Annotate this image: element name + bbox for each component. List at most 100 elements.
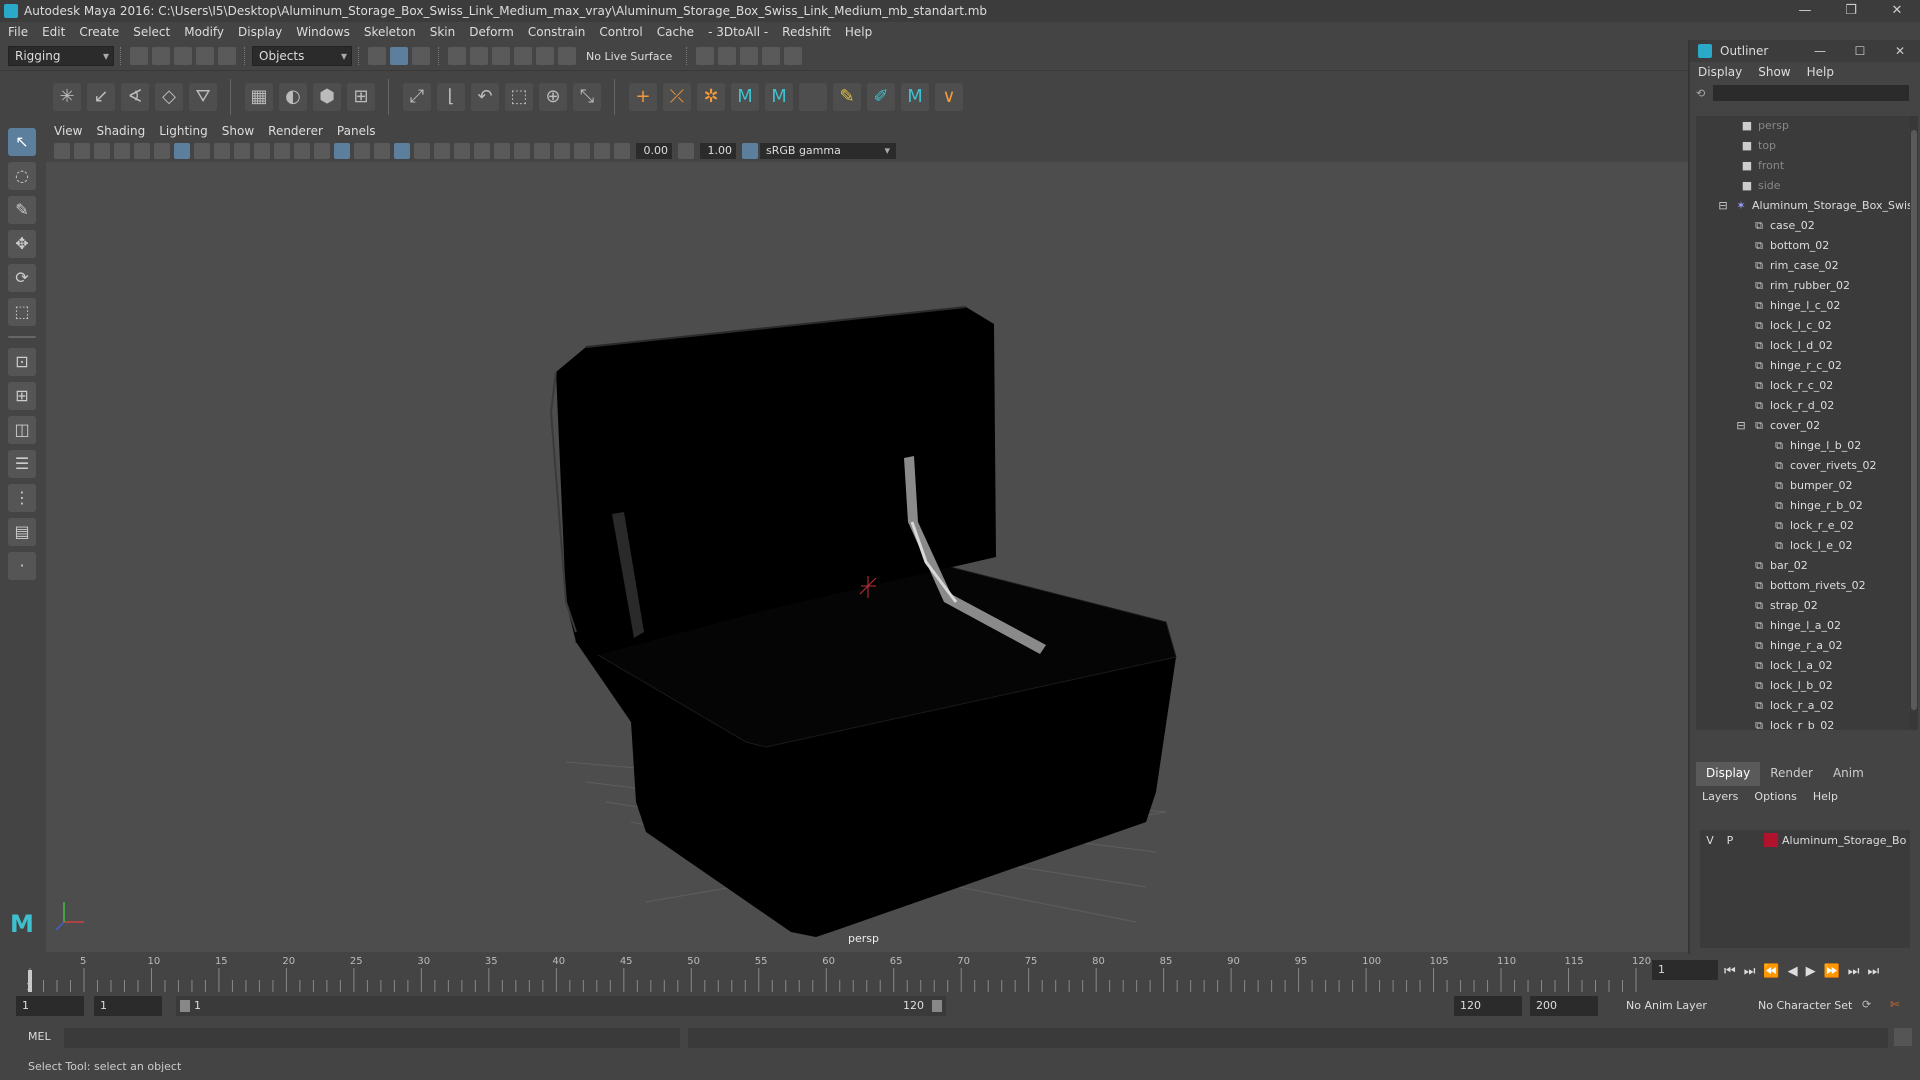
outliner-menu-display[interactable]: Display xyxy=(1698,65,1742,79)
selection-mask-dropdown[interactable]: Objects xyxy=(252,46,352,66)
snap-point-icon[interactable] xyxy=(492,47,510,65)
grease-pencil-icon[interactable] xyxy=(154,143,170,159)
step-back-frame-icon[interactable]: ⏪ xyxy=(1763,964,1779,979)
resolution-gate-icon[interactable] xyxy=(214,143,230,159)
tree-item-rim-case[interactable]: ⧉ rim_case_02 xyxy=(1696,256,1910,276)
cluster-icon[interactable]: ⊞ xyxy=(347,82,375,111)
current-frame-field[interactable]: 1 xyxy=(1652,960,1718,980)
shadows-icon[interactable] xyxy=(434,143,450,159)
menu-skin[interactable]: Skin xyxy=(430,25,456,39)
step-forward-key-icon[interactable]: ⏭ xyxy=(1848,964,1860,979)
tree-item-top[interactable]: ■ top xyxy=(1696,136,1910,156)
image-plane-icon[interactable] xyxy=(114,143,130,159)
snap-curve-icon[interactable] xyxy=(470,47,488,65)
xray-components-icon[interactable] xyxy=(594,143,610,159)
layer-visibility-toggle[interactable]: V xyxy=(1700,834,1720,847)
range-slider[interactable]: 1 120 xyxy=(176,996,946,1016)
tree-item-lock-r-d[interactable]: ⧉ lock_r_d_02 xyxy=(1696,396,1910,416)
viewport-menu-renderer[interactable]: Renderer xyxy=(268,124,323,138)
tree-item-rim-rubber[interactable]: ⧉ rim_rubber_02 xyxy=(1696,276,1910,296)
locator-icon[interactable]: + xyxy=(629,82,657,111)
screen-space-ao-icon[interactable] xyxy=(454,143,470,159)
checkmark-tool-icon[interactable]: ∨ xyxy=(935,82,963,111)
minimize-button[interactable]: — xyxy=(1782,0,1828,22)
restore-button[interactable]: ❐ xyxy=(1828,0,1874,22)
single-view-icon[interactable]: ⊡ xyxy=(8,348,36,376)
hik-icon[interactable]: ⛛ xyxy=(189,82,217,111)
menu-edit[interactable]: Edit xyxy=(42,25,65,39)
motion-blur-icon[interactable] xyxy=(474,143,490,159)
graph-layout-icon[interactable]: ⋮ xyxy=(8,484,36,512)
tree-item-front[interactable]: ■ front xyxy=(1696,156,1910,176)
tree-item-bar[interactable]: ⧉ bar_02 xyxy=(1696,556,1910,576)
redo-icon[interactable] xyxy=(218,47,236,65)
tree-item-cover[interactable]: ⊟ ⧉ cover_02 xyxy=(1696,416,1910,436)
tree-item-lock-r-b[interactable]: ⧉ lock_r_b_02 xyxy=(1696,716,1910,730)
tree-item-lock-r-c[interactable]: ⧉ lock_r_c_02 xyxy=(1696,376,1910,396)
lasso-tool-icon[interactable]: ◌ xyxy=(8,162,36,190)
hypershade-layout-icon[interactable]: ▤ xyxy=(8,518,36,546)
xray-joints-icon[interactable] xyxy=(574,143,590,159)
tree-item-case[interactable]: ⧉ case_02 xyxy=(1696,216,1910,236)
snap-projected-icon[interactable] xyxy=(514,47,532,65)
paint-weights-icon[interactable]: ◐ xyxy=(279,82,307,111)
outliner-minimize-button[interactable]: — xyxy=(1800,44,1840,58)
snap-live-icon[interactable] xyxy=(558,47,576,65)
tree-item-lock-l-a[interactable]: ⧉ lock_l_a_02 xyxy=(1696,656,1910,676)
sculpt-tool-icon[interactable]: ✐ xyxy=(867,82,895,111)
outliner-menu-show[interactable]: Show xyxy=(1758,65,1790,79)
anim-layer-dropdown[interactable]: No Anim Layer xyxy=(1620,996,1744,1016)
control-curve-icon[interactable]: ✲ xyxy=(697,82,725,111)
menu-redshift[interactable]: Redshift xyxy=(782,25,831,39)
select-hierarchy-icon[interactable] xyxy=(368,47,386,65)
viewport-menu-view[interactable]: View xyxy=(54,124,82,138)
camera-select-icon[interactable] xyxy=(54,143,70,159)
layer-menu-options[interactable]: Options xyxy=(1754,790,1796,803)
tree-item-strap[interactable]: ⧉ strap_02 xyxy=(1696,596,1910,616)
tree-item-lock-r-a[interactable]: ⧉ lock_r_a_02 xyxy=(1696,696,1910,716)
menu-deform[interactable]: Deform xyxy=(469,25,514,39)
maya-shelf-c-icon[interactable]: M xyxy=(901,82,929,111)
tab-render-layers[interactable]: Render xyxy=(1760,762,1823,786)
new-scene-icon[interactable] xyxy=(130,47,148,65)
collapse-icon[interactable]: ⊟ xyxy=(1716,196,1730,216)
outliner-menu-help[interactable]: Help xyxy=(1807,65,1834,79)
field-chart-icon[interactable] xyxy=(254,143,270,159)
viewport-menu-show[interactable]: Show xyxy=(222,124,254,138)
tree-item-lock-r-e[interactable]: ⧉ lock_r_e_02 xyxy=(1696,516,1910,536)
command-language-label[interactable]: MEL xyxy=(28,1030,51,1043)
undo-icon[interactable] xyxy=(196,47,214,65)
save-scene-icon[interactable] xyxy=(174,47,192,65)
bookmark-icon[interactable] xyxy=(94,143,110,159)
tab-display-layers[interactable]: Display xyxy=(1696,762,1761,786)
playback-start-field[interactable]: 1 xyxy=(94,996,162,1016)
tree-item-lock-l-b[interactable]: ⧉ lock_l_b_02 xyxy=(1696,676,1910,696)
outliner-layout-icon[interactable]: ☰ xyxy=(8,450,36,478)
layer-row[interactable]: V P Aluminum_Storage_Bo xyxy=(1700,830,1910,850)
textured-icon[interactable] xyxy=(394,143,410,159)
layer-color-swatch[interactable] xyxy=(1764,833,1778,847)
tree-item-hinge-r-c[interactable]: ⧉ hinge_r_c_02 xyxy=(1696,356,1910,376)
refresh-icon[interactable]: ⟲ xyxy=(1696,87,1705,100)
outliner-maximize-button[interactable]: ☐ xyxy=(1840,44,1880,58)
anti-aliasing-icon[interactable] xyxy=(494,143,510,159)
parent-constraint-icon[interactable]: ⊕ xyxy=(539,82,567,111)
tree-item-hinge-r-b[interactable]: ⧉ hinge_r_b_02 xyxy=(1696,496,1910,516)
more-layouts-icon[interactable]: · xyxy=(8,552,36,580)
menu-control[interactable]: Control xyxy=(599,25,642,39)
tree-item-hinge-r-a[interactable]: ⧉ hinge_r_a_02 xyxy=(1696,636,1910,656)
menu-cache[interactable]: Cache xyxy=(657,25,694,39)
go-to-end-icon[interactable]: ⏭ xyxy=(1867,964,1879,979)
play-backwards-icon[interactable]: ◀ xyxy=(1788,964,1798,979)
wireframe-icon[interactable] xyxy=(314,143,330,159)
snap-surface-icon[interactable] xyxy=(536,47,554,65)
tree-item-lock-l-e[interactable]: ⧉ lock_l_e_02 xyxy=(1696,536,1910,556)
move-tool-icon[interactable]: ✥ xyxy=(8,230,36,258)
layer-menu-layers[interactable]: Layers xyxy=(1702,790,1738,803)
gate-mask-icon[interactable] xyxy=(234,143,250,159)
current-time-marker[interactable] xyxy=(28,970,32,992)
menu-help[interactable]: Help xyxy=(845,25,872,39)
safe-action-icon[interactable] xyxy=(274,143,290,159)
range-slider-start-handle[interactable] xyxy=(180,1000,190,1012)
exposure-icon[interactable] xyxy=(614,143,630,159)
